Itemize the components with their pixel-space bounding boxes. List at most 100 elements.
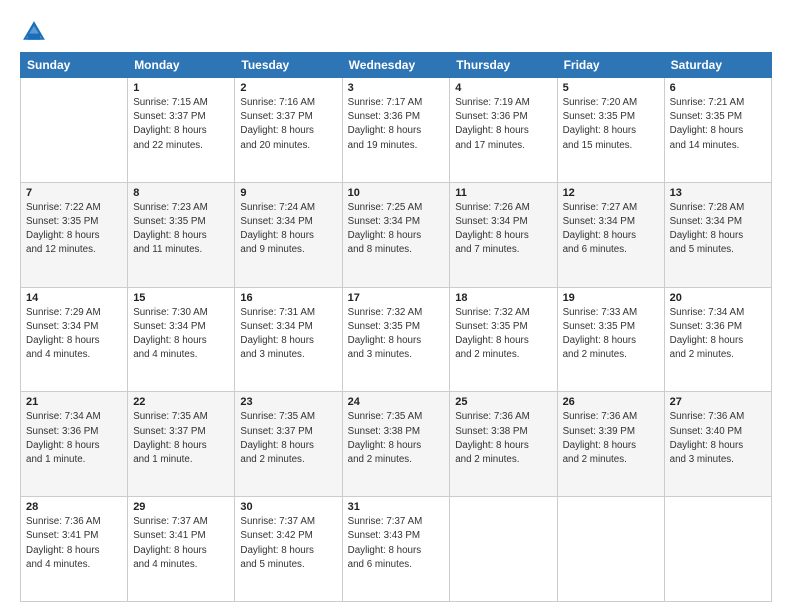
day-info: Sunrise: 7:33 AMSunset: 3:35 PMDaylight:… bbox=[563, 306, 659, 363]
calendar-cell: 31 Sunrise: 7:37 AMSunset: 3:43 PMDayligh… bbox=[342, 497, 450, 602]
logo-icon bbox=[20, 18, 48, 46]
day-number: 13 bbox=[670, 187, 766, 199]
day-number: 16 bbox=[240, 292, 336, 304]
day-number: 6 bbox=[670, 82, 766, 94]
calendar-cell: 27Sunrise: 7:36 AMSunset: 3:40 PMDayligh… bbox=[664, 392, 771, 497]
day-info: Sunrise: 7:16 AMSunset: 3:37 PMDaylight:… bbox=[240, 96, 336, 153]
day-info: Sunrise: 7:32 AMSunset: 3:35 PMDaylight:… bbox=[348, 306, 445, 363]
day-info: Sunrise: 7:35 AMSunset: 3:37 PMDaylight:… bbox=[133, 410, 229, 467]
calendar-cell: 6 Sunrise: 7:21 AMSunset: 3:35 PMDaylight… bbox=[664, 78, 771, 183]
calendar-cell: 1 Sunrise: 7:15 AMSunset: 3:37 PMDaylight… bbox=[128, 78, 235, 183]
calendar-cell: 15Sunrise: 7:30 AMSunset: 3:34 PMDayligh… bbox=[128, 287, 235, 392]
calendar-cell: 13 Sunrise: 7:28 AMSunset: 3:34 PMDayligh… bbox=[664, 182, 771, 287]
calendar-cell bbox=[557, 497, 664, 602]
day-number: 1 bbox=[133, 82, 229, 94]
day-info: Sunrise: 7:21 AMSunset: 3:35 PMDaylight:… bbox=[670, 96, 766, 153]
day-number: 31 bbox=[348, 501, 445, 513]
calendar-cell: 16 Sunrise: 7:31 AMSunset: 3:34 PMDayligh… bbox=[235, 287, 342, 392]
day-number: 21 bbox=[26, 396, 122, 408]
day-info: Sunrise: 7:32 AMSunset: 3:35 PMDaylight:… bbox=[455, 306, 551, 363]
day-number: 14 bbox=[26, 292, 122, 304]
day-number: 30 bbox=[240, 501, 336, 513]
day-info: Sunrise: 7:35 AMSunset: 3:38 PMDaylight:… bbox=[348, 410, 445, 467]
day-number: 26 bbox=[563, 396, 659, 408]
day-info: Sunrise: 7:15 AMSunset: 3:37 PMDaylight:… bbox=[133, 96, 229, 153]
calendar-cell: 28 Sunrise: 7:36 AMSunset: 3:41 PMDayligh… bbox=[21, 497, 128, 602]
weekday-header: Monday bbox=[128, 53, 235, 78]
calendar-cell: 20 Sunrise: 7:34 AMSunset: 3:36 PMDayligh… bbox=[664, 287, 771, 392]
day-number: 12 bbox=[563, 187, 659, 199]
calendar-week-row: 1 Sunrise: 7:15 AMSunset: 3:37 PMDaylight… bbox=[21, 78, 772, 183]
calendar-cell: 19 Sunrise: 7:33 AMSunset: 3:35 PMDayligh… bbox=[557, 287, 664, 392]
calendar-header: SundayMondayTuesdayWednesdayThursdayFrid… bbox=[21, 53, 772, 78]
logo bbox=[20, 18, 52, 46]
calendar-cell: 26 Sunrise: 7:36 AMSunset: 3:39 PMDayligh… bbox=[557, 392, 664, 497]
day-number: 19 bbox=[563, 292, 659, 304]
day-info: Sunrise: 7:36 AMSunset: 3:38 PMDaylight:… bbox=[455, 410, 551, 467]
calendar-cell: 25Sunrise: 7:36 AMSunset: 3:38 PMDayligh… bbox=[450, 392, 557, 497]
day-number: 27 bbox=[670, 396, 766, 408]
weekday-header: Thursday bbox=[450, 53, 557, 78]
day-number: 10 bbox=[348, 187, 445, 199]
calendar-cell: 24 Sunrise: 7:35 AMSunset: 3:38 PMDayligh… bbox=[342, 392, 450, 497]
calendar-table: SundayMondayTuesdayWednesdayThursdayFrid… bbox=[20, 52, 772, 602]
day-number: 24 bbox=[348, 396, 445, 408]
day-info: Sunrise: 7:20 AMSunset: 3:35 PMDaylight:… bbox=[563, 96, 659, 153]
calendar-week-row: 14Sunrise: 7:29 AMSunset: 3:34 PMDayligh… bbox=[21, 287, 772, 392]
day-info: Sunrise: 7:34 AMSunset: 3:36 PMDaylight:… bbox=[670, 306, 766, 363]
calendar-cell: 8 Sunrise: 7:23 AMSunset: 3:35 PMDaylight… bbox=[128, 182, 235, 287]
day-info: Sunrise: 7:24 AMSunset: 3:34 PMDaylight:… bbox=[240, 201, 336, 258]
weekday-header: Sunday bbox=[21, 53, 128, 78]
day-number: 20 bbox=[670, 292, 766, 304]
day-number: 5 bbox=[563, 82, 659, 94]
day-info: Sunrise: 7:22 AMSunset: 3:35 PMDaylight:… bbox=[26, 201, 122, 258]
day-number: 7 bbox=[26, 187, 122, 199]
calendar-cell: 18Sunrise: 7:32 AMSunset: 3:35 PMDayligh… bbox=[450, 287, 557, 392]
day-info: Sunrise: 7:19 AMSunset: 3:36 PMDaylight:… bbox=[455, 96, 551, 153]
weekday-header: Tuesday bbox=[235, 53, 342, 78]
day-info: Sunrise: 7:26 AMSunset: 3:34 PMDaylight:… bbox=[455, 201, 551, 258]
page: SundayMondayTuesdayWednesdayThursdayFrid… bbox=[0, 0, 792, 612]
header bbox=[20, 18, 772, 46]
calendar-cell: 10Sunrise: 7:25 AMSunset: 3:34 PMDayligh… bbox=[342, 182, 450, 287]
day-info: Sunrise: 7:37 AMSunset: 3:43 PMDaylight:… bbox=[348, 515, 445, 572]
calendar-body: 1 Sunrise: 7:15 AMSunset: 3:37 PMDaylight… bbox=[21, 78, 772, 602]
calendar-week-row: 7 Sunrise: 7:22 AMSunset: 3:35 PMDaylight… bbox=[21, 182, 772, 287]
day-number: 9 bbox=[240, 187, 336, 199]
day-info: Sunrise: 7:17 AMSunset: 3:36 PMDaylight:… bbox=[348, 96, 445, 153]
day-number: 8 bbox=[133, 187, 229, 199]
day-info: Sunrise: 7:34 AMSunset: 3:36 PMDaylight:… bbox=[26, 410, 122, 467]
calendar-cell: 2Sunrise: 7:16 AMSunset: 3:37 PMDaylight… bbox=[235, 78, 342, 183]
day-info: Sunrise: 7:36 AMSunset: 3:41 PMDaylight:… bbox=[26, 515, 122, 572]
day-number: 4 bbox=[455, 82, 551, 94]
calendar-week-row: 28 Sunrise: 7:36 AMSunset: 3:41 PMDayligh… bbox=[21, 497, 772, 602]
calendar-cell bbox=[450, 497, 557, 602]
calendar-cell: 11 Sunrise: 7:26 AMSunset: 3:34 PMDayligh… bbox=[450, 182, 557, 287]
day-number: 28 bbox=[26, 501, 122, 513]
calendar-cell: 7 Sunrise: 7:22 AMSunset: 3:35 PMDaylight… bbox=[21, 182, 128, 287]
day-info: Sunrise: 7:36 AMSunset: 3:39 PMDaylight:… bbox=[563, 410, 659, 467]
day-number: 17 bbox=[348, 292, 445, 304]
calendar-cell bbox=[21, 78, 128, 183]
weekday-header: Saturday bbox=[664, 53, 771, 78]
day-number: 29 bbox=[133, 501, 229, 513]
calendar-cell bbox=[664, 497, 771, 602]
calendar-cell: 9 Sunrise: 7:24 AMSunset: 3:34 PMDaylight… bbox=[235, 182, 342, 287]
day-info: Sunrise: 7:28 AMSunset: 3:34 PMDaylight:… bbox=[670, 201, 766, 258]
calendar-cell: 14Sunrise: 7:29 AMSunset: 3:34 PMDayligh… bbox=[21, 287, 128, 392]
day-info: Sunrise: 7:23 AMSunset: 3:35 PMDaylight:… bbox=[133, 201, 229, 258]
calendar-cell: 22Sunrise: 7:35 AMSunset: 3:37 PMDayligh… bbox=[128, 392, 235, 497]
weekday-header: Friday bbox=[557, 53, 664, 78]
day-info: Sunrise: 7:30 AMSunset: 3:34 PMDaylight:… bbox=[133, 306, 229, 363]
header-row: SundayMondayTuesdayWednesdayThursdayFrid… bbox=[21, 53, 772, 78]
day-info: Sunrise: 7:31 AMSunset: 3:34 PMDaylight:… bbox=[240, 306, 336, 363]
calendar-cell: 21 Sunrise: 7:34 AMSunset: 3:36 PMDayligh… bbox=[21, 392, 128, 497]
weekday-header: Wednesday bbox=[342, 53, 450, 78]
calendar-cell: 17 Sunrise: 7:32 AMSunset: 3:35 PMDayligh… bbox=[342, 287, 450, 392]
day-info: Sunrise: 7:35 AMSunset: 3:37 PMDaylight:… bbox=[240, 410, 336, 467]
calendar-cell: 5 Sunrise: 7:20 AMSunset: 3:35 PMDaylight… bbox=[557, 78, 664, 183]
day-number: 11 bbox=[455, 187, 551, 199]
day-number: 3 bbox=[348, 82, 445, 94]
calendar-week-row: 21 Sunrise: 7:34 AMSunset: 3:36 PMDayligh… bbox=[21, 392, 772, 497]
calendar-cell: 29Sunrise: 7:37 AMSunset: 3:41 PMDayligh… bbox=[128, 497, 235, 602]
